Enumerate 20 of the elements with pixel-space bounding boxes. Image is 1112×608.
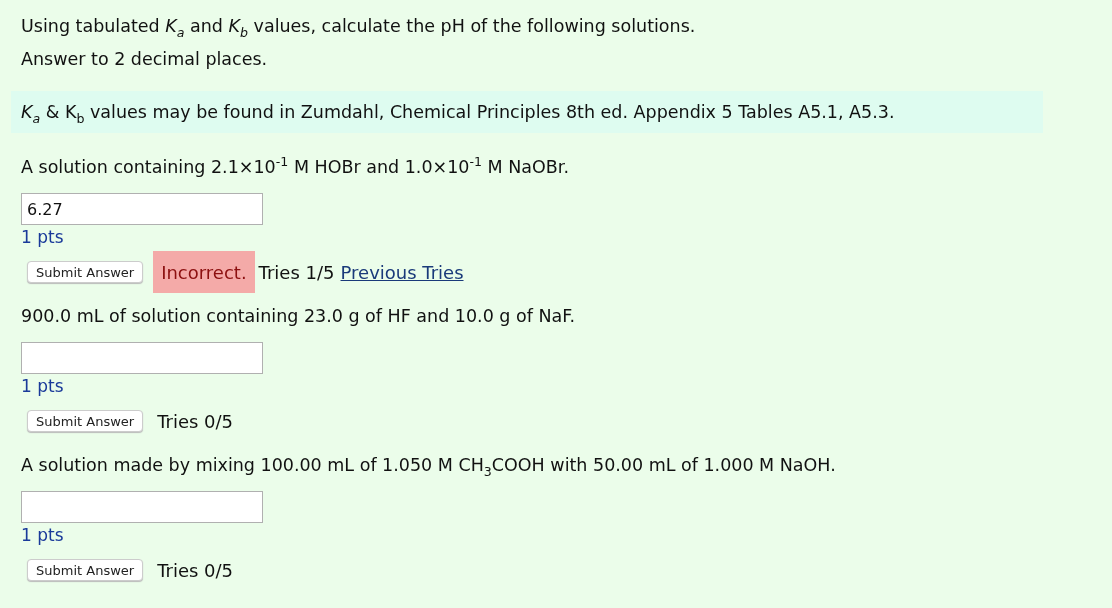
tries-count: Tries 0/5 (157, 559, 234, 581)
previous-tries-link[interactable]: Previous Tries (340, 261, 464, 283)
result-label: Incorrect. (153, 251, 255, 293)
question-text: A solution containing 2.1×10$^{-1}$ M HOBr and 1.0×10$^{-1}$ M NaOBr. (21, 155, 571, 179)
answer-field[interactable]: 6.27 (21, 193, 263, 225)
tries-count: Tries 0/5 (157, 410, 234, 432)
answer-field[interactable] (21, 342, 263, 374)
instruction-text: Answer to 2 decimal places. (21, 48, 269, 71)
submit-answer-button[interactable]: Submit Answer (27, 559, 144, 581)
question-text: A solution made by mixing 100.00 mL of 1.050 M CH$_{3}$COOH with 50.00 mL of 1.000 M NaOH. (21, 454, 837, 477)
submit-answer-button[interactable]: Submit Answer (27, 410, 144, 432)
answer-field[interactable] (21, 491, 263, 523)
points-label: 1 pts (21, 375, 65, 397)
tries-count: Tries 1/5 (258, 261, 335, 283)
points-label: 1 pts (21, 524, 65, 546)
points-label: 1 pts (21, 226, 65, 248)
question-text: 900.0 mL of solution containing 23.0 g of HF and 10.0 g of NaF. (21, 305, 577, 328)
submit-answer-button[interactable]: Submit Answer (27, 261, 144, 283)
reference-note: K$_{a}$ & K$_{b}$ values may be found in Zumdahl, Chemical Principles 8th ed. Appendix 5 Tables A5.1, A5.3. (11, 91, 1043, 133)
instruction-text: Using tabulated K$_{a}$ and K$_{b}$ values, calculate the pH of the following solutions. (21, 15, 697, 42)
